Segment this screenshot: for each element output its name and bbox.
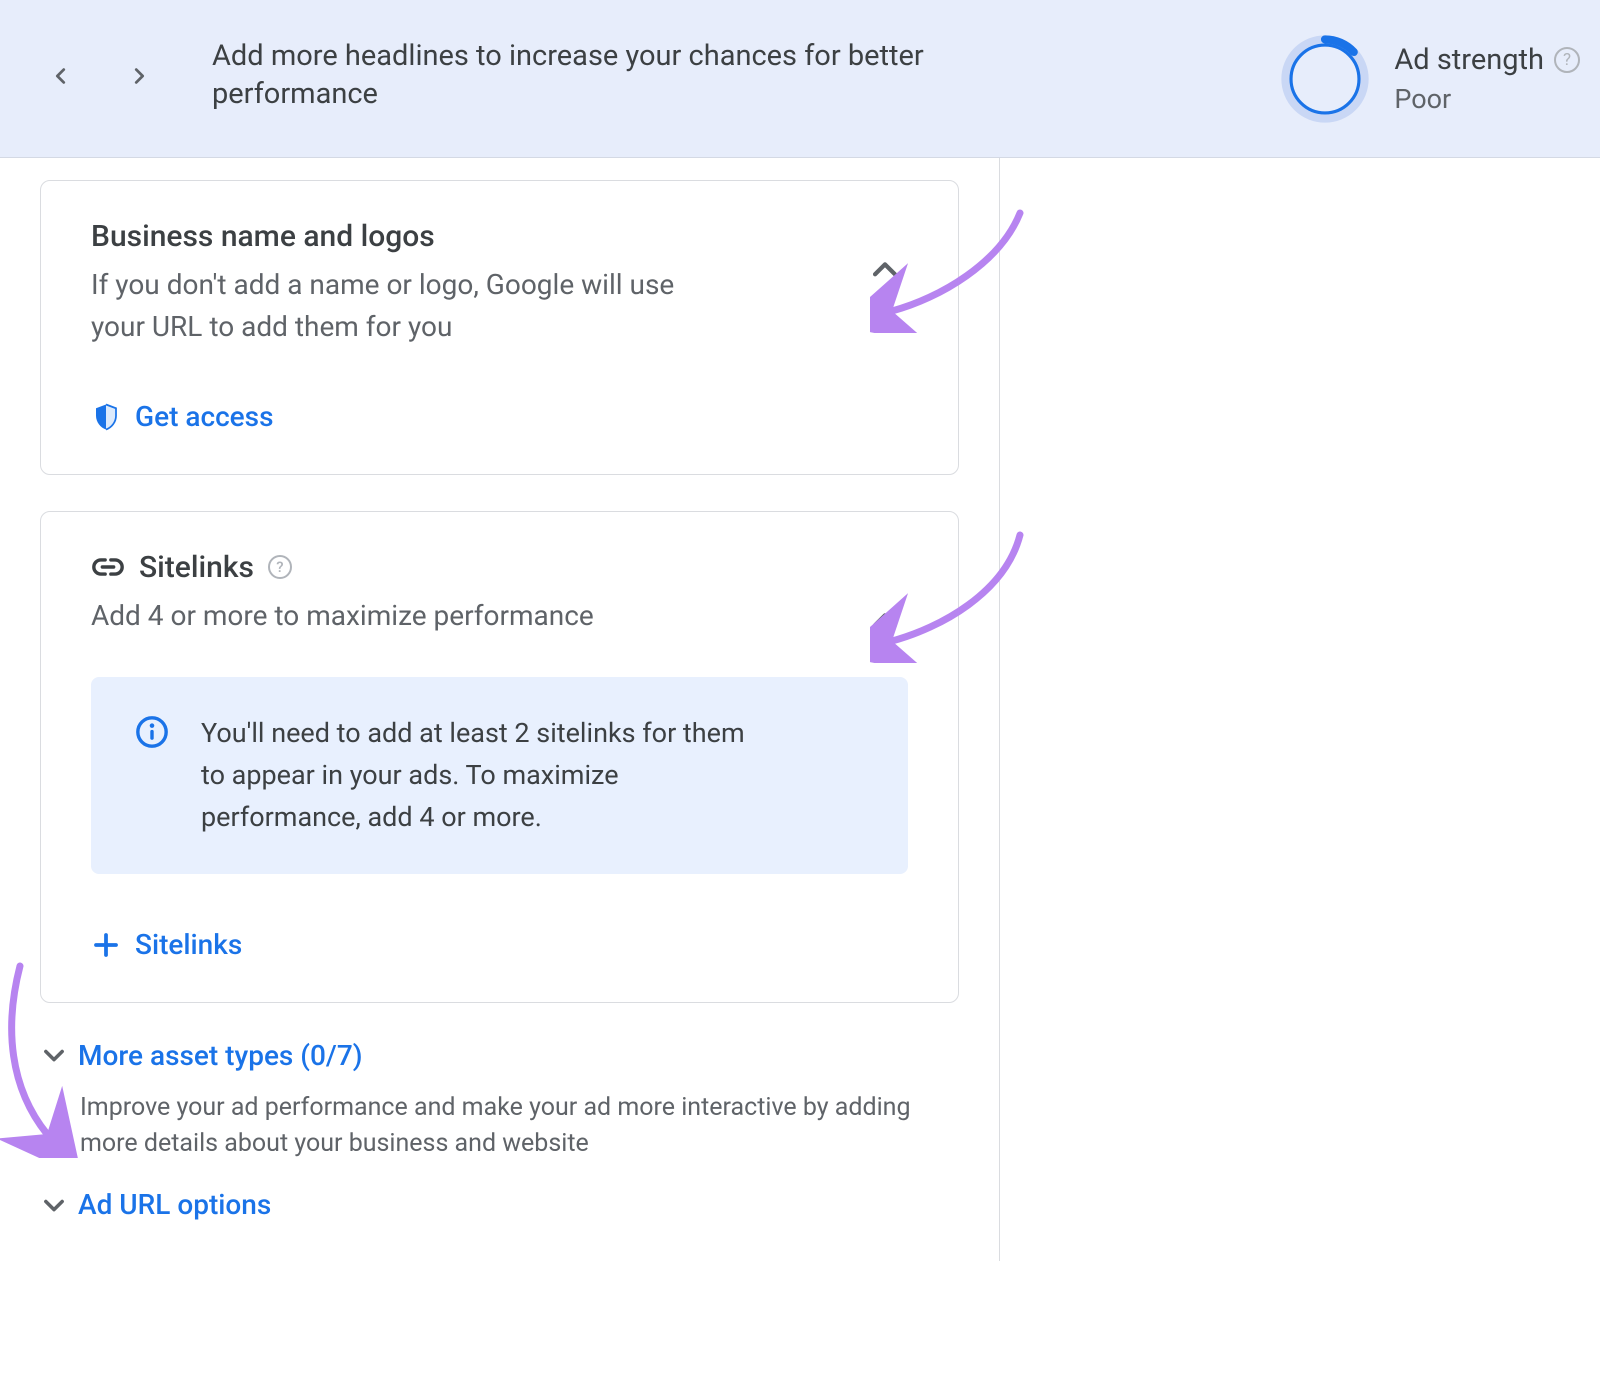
business-name-card: Business name and logos If you don't add… bbox=[40, 180, 959, 475]
banner-next-button[interactable] bbox=[126, 63, 152, 89]
link-icon bbox=[91, 550, 125, 584]
plus-icon bbox=[91, 930, 121, 960]
sitelinks-info-box: You'll need to add at least 2 sitelinks … bbox=[91, 677, 908, 875]
get-access-button[interactable]: Get access bbox=[91, 400, 274, 433]
ad-strength-label: Ad strength bbox=[1394, 43, 1544, 77]
add-sitelinks-label: Sitelinks bbox=[135, 928, 242, 961]
ad-strength-value: Poor bbox=[1394, 83, 1580, 115]
info-icon bbox=[135, 715, 169, 839]
chevron-down-icon bbox=[40, 1191, 68, 1219]
chevron-up-icon bbox=[868, 604, 902, 638]
chevron-right-icon bbox=[128, 65, 150, 87]
ad-strength-banner: Add more headlines to increase your chan… bbox=[0, 0, 1600, 158]
banner-prev-button[interactable] bbox=[48, 63, 74, 89]
sitelinks-help-icon[interactable]: ? bbox=[268, 555, 292, 579]
ad-strength-meter: Ad strength ? Poor bbox=[1280, 34, 1580, 124]
banner-message: Add more headlines to increase your chan… bbox=[212, 38, 932, 113]
sitelinks-card-subtitle: Add 4 or more to maximize performance bbox=[91, 595, 731, 637]
more-asset-types-helper: Improve your ad performance and make you… bbox=[80, 1090, 920, 1163]
more-asset-types-toggle[interactable]: More asset types (0/7) bbox=[40, 1039, 959, 1072]
collapse-sitelinks-card-button[interactable] bbox=[868, 604, 902, 638]
shield-icon bbox=[91, 402, 121, 432]
chevron-down-icon bbox=[40, 1041, 68, 1069]
ad-url-options-toggle[interactable]: Ad URL options bbox=[40, 1188, 959, 1221]
chevron-up-icon bbox=[868, 253, 902, 287]
sitelinks-card: Sitelinks ? Add 4 or more to maximize pe… bbox=[40, 511, 959, 1003]
sitelinks-card-title: Sitelinks bbox=[139, 550, 254, 585]
ad-strength-ring-icon bbox=[1280, 34, 1370, 124]
collapse-business-card-button[interactable] bbox=[868, 253, 902, 287]
get-access-label: Get access bbox=[135, 400, 274, 433]
more-asset-types-label: More asset types (0/7) bbox=[78, 1039, 363, 1072]
ad-strength-help-icon[interactable]: ? bbox=[1554, 47, 1580, 73]
sitelinks-info-text: You'll need to add at least 2 sitelinks … bbox=[201, 713, 761, 839]
banner-nav bbox=[48, 63, 152, 89]
business-card-subtitle: If you don't add a name or logo, Google … bbox=[91, 264, 731, 348]
business-card-title: Business name and logos bbox=[91, 219, 908, 254]
ad-url-options-label: Ad URL options bbox=[78, 1188, 271, 1221]
chevron-left-icon bbox=[50, 65, 72, 87]
add-sitelinks-button[interactable]: Sitelinks bbox=[91, 928, 242, 961]
